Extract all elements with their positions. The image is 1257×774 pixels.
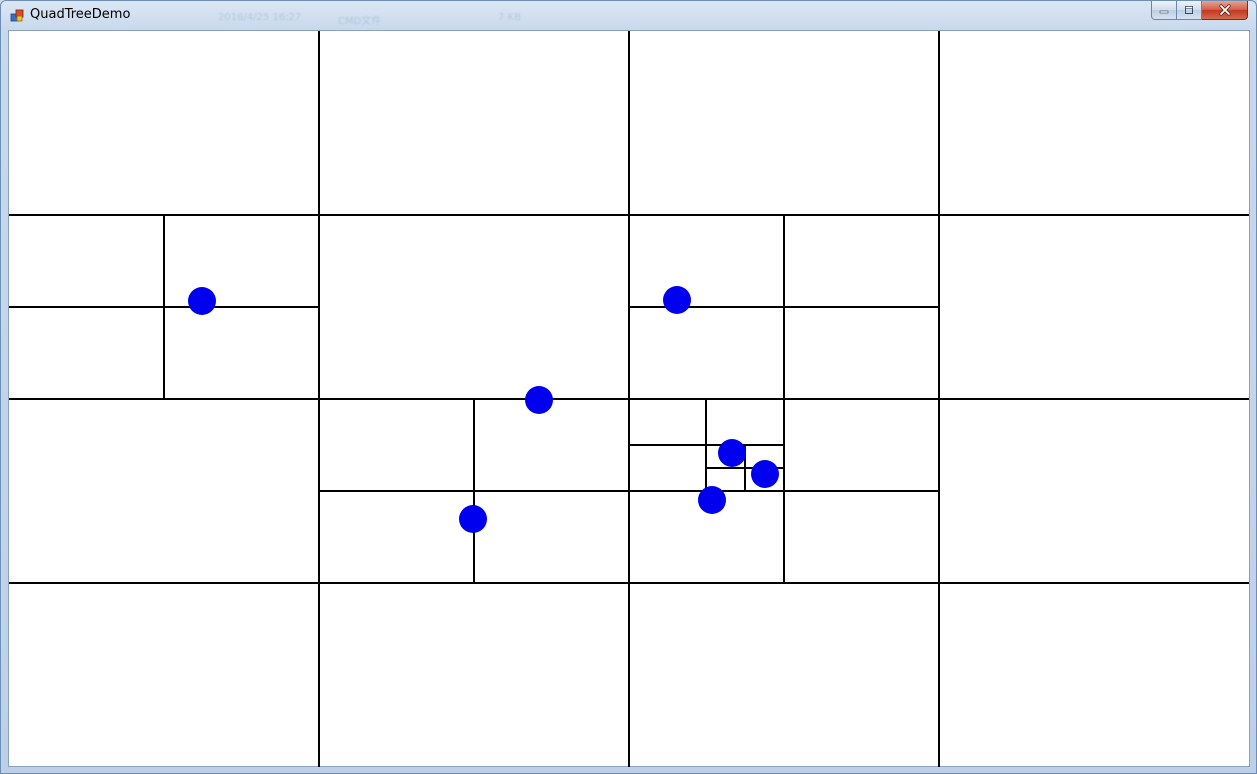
quadtree-point[interactable] bbox=[188, 287, 216, 315]
maximize-button[interactable] bbox=[1177, 1, 1202, 20]
java-app-icon bbox=[10, 9, 24, 22]
close-button[interactable] bbox=[1202, 1, 1248, 20]
quadtree-drawing bbox=[9, 31, 1249, 767]
close-icon bbox=[1218, 4, 1231, 16]
caption-buttons bbox=[1151, 1, 1248, 21]
ghost-text-size: 7 KB bbox=[498, 12, 521, 23]
window-title: QuadTreeDemo bbox=[30, 7, 131, 22]
quadtree-point[interactable] bbox=[751, 460, 779, 488]
ghost-text-type: CMD文件 bbox=[338, 16, 382, 27]
quadtree-point[interactable] bbox=[663, 286, 691, 314]
quadtree-point[interactable] bbox=[525, 386, 553, 414]
title-bar[interactable]: QuadTreeDemo 2016/4/25 16:27 CMD文件 7 KB bbox=[1, 1, 1256, 30]
ghost-text-date: 2016/4/25 16:27 bbox=[218, 12, 302, 23]
quadtree-canvas[interactable] bbox=[8, 30, 1250, 767]
app-window: QuadTreeDemo 2016/4/25 16:27 CMD文件 7 KB bbox=[0, 0, 1257, 774]
maximize-icon bbox=[1185, 6, 1193, 14]
quadtree-point[interactable] bbox=[718, 439, 746, 467]
minimize-button[interactable] bbox=[1151, 1, 1177, 20]
minimize-icon bbox=[1159, 10, 1169, 14]
quadtree-point[interactable] bbox=[459, 505, 487, 533]
quadtree-point[interactable] bbox=[698, 486, 726, 514]
